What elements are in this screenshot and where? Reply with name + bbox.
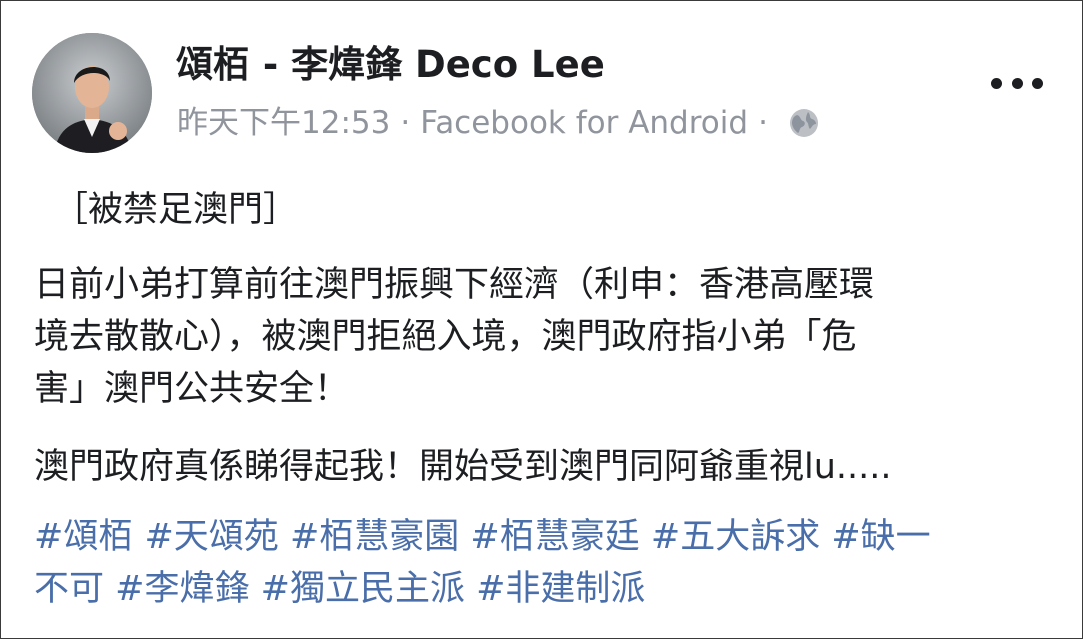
post-paragraph: 日前小弟打算前往澳門振興下經濟（利申：香港高壓環 境去散散心），被澳門拒絕入境，…	[34, 259, 1064, 415]
hashtag-link[interactable]: #栢慧豪廷	[470, 517, 639, 557]
facebook-post-card: 頌栢 - 李煒鋒 Deco Lee 昨天下午12:53 · Facebook f…	[0, 0, 1083, 639]
meta-separator: ·	[400, 105, 411, 141]
hashtag-link[interactable]: #頌栢	[34, 517, 133, 557]
hashtag-link[interactable]: #栢慧豪園	[290, 517, 459, 557]
hashtag-link[interactable]: #非建制派	[476, 569, 645, 609]
hashtag-link[interactable]: #獨立民主派	[261, 569, 465, 609]
hashtag-row: 不可 #李煒鋒 #獨立民主派 #非建制派	[34, 563, 1064, 615]
meta-separator: ·	[758, 105, 768, 141]
post-text-line: 害」澳門公共安全！	[34, 369, 350, 409]
more-dot	[991, 77, 1002, 89]
post-timestamp[interactable]: 昨天下午12:53	[177, 101, 390, 145]
more-dot	[1032, 77, 1043, 89]
more-options-icon[interactable]	[991, 73, 1043, 93]
post-source: Facebook for Android	[420, 105, 749, 141]
hashtag-link[interactable]: #缺一	[831, 517, 930, 557]
hashtag-link[interactable]: #李煒鋒	[115, 569, 249, 609]
post-text-line: 境去散散心），被澳門拒絕入境，澳門政府指小弟「危	[34, 317, 857, 357]
hashtag-link[interactable]: #五大訴求	[651, 517, 820, 557]
post-text-line: 日前小弟打算前往澳門振興下經濟（利申：香港高壓環	[34, 265, 875, 305]
post-author-name[interactable]: 頌栢 - 李煒鋒 Deco Lee	[176, 41, 605, 89]
post-meta: 昨天下午12:53 · Facebook for Android ·	[177, 101, 820, 145]
hashtag-list: #頌栢 #天頌苑 #栢慧豪園 #栢慧豪廷 #五大訴求 #缺一 不可 #李煒鋒 #…	[34, 511, 1064, 615]
post-heading-line: ［被禁足澳門］	[53, 190, 299, 230]
globe-icon[interactable]	[788, 107, 820, 139]
hashtag-row: #頌栢 #天頌苑 #栢慧豪園 #栢慧豪廷 #五大訴求 #缺一	[34, 511, 1064, 563]
more-dot	[1011, 77, 1023, 89]
post-paragraph: 澳門政府真係睇得起我！開始受到澳門同阿爺重視lu.....	[34, 447, 892, 487]
hashtag-link[interactable]: 不可	[34, 569, 104, 609]
avatar-image	[32, 33, 152, 153]
hashtag-link[interactable]: #天頌苑	[144, 517, 278, 557]
author-avatar[interactable]	[32, 33, 152, 153]
